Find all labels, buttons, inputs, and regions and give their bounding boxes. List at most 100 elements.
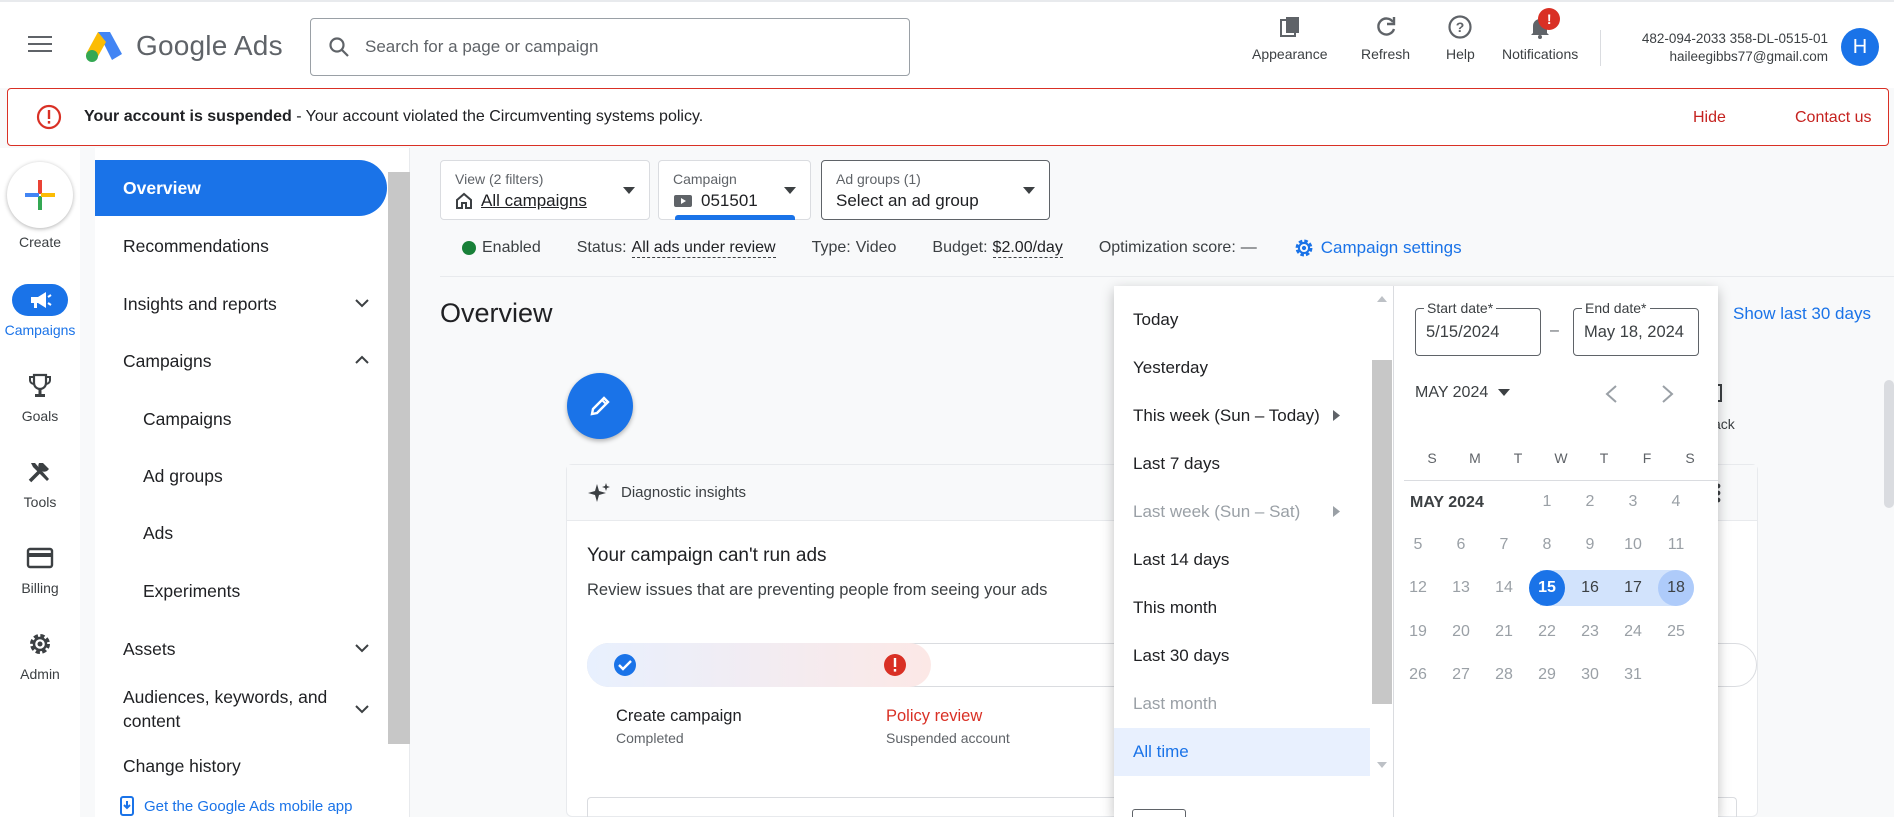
submenu-arrow-icon — [1333, 410, 1340, 421]
calendar-day[interactable]: 10 — [1615, 527, 1651, 563]
calendar-day[interactable]: 13 — [1443, 570, 1479, 606]
dropdown-arrow-icon — [623, 187, 635, 194]
calendar-day[interactable]: 20 — [1443, 614, 1479, 650]
avatar[interactable]: H — [1841, 28, 1879, 66]
rail-campaigns[interactable]: Campaigns — [0, 284, 80, 338]
edit-button[interactable] — [567, 373, 633, 439]
nav-ad-groups[interactable]: Ad groups — [95, 448, 387, 504]
calendar-day[interactable]: 11 — [1658, 527, 1694, 563]
calendar-day[interactable]: 14 — [1486, 570, 1522, 606]
range-last-14-days[interactable]: Last 14 days — [1114, 536, 1370, 584]
calendar-day[interactable]: 17 — [1615, 570, 1651, 606]
nav-experiments[interactable]: Experiments — [95, 563, 387, 619]
help-button[interactable]: ? Help — [1446, 14, 1475, 62]
rail-goals[interactable]: Goals — [0, 370, 80, 424]
start-date-field[interactable]: Start date* 5/15/2024 — [1415, 300, 1541, 356]
status-value[interactable]: All ads under review — [631, 239, 776, 258]
rail-admin[interactable]: Admin — [0, 628, 80, 682]
rail-tools[interactable]: Tools — [0, 456, 80, 510]
end-date-field[interactable]: End date* May 18, 2024 — [1573, 300, 1699, 356]
calendar-day[interactable]: 2 — [1572, 484, 1608, 520]
custom-range-field[interactable] — [1132, 809, 1186, 817]
ad-group-filter[interactable]: Ad groups (1) Select an ad group — [821, 160, 1050, 220]
calendar-day[interactable]: 4 — [1658, 484, 1694, 520]
calendar-day[interactable]: 22 — [1529, 614, 1565, 650]
range-last-7-days[interactable]: Last 7 days — [1114, 440, 1370, 488]
calendar-day[interactable]: 3 — [1615, 484, 1651, 520]
nav-audiences[interactable]: Audiences, keywords, and content — [95, 678, 387, 740]
hide-link[interactable]: Hide — [1693, 109, 1726, 127]
refresh-button[interactable]: Refresh — [1361, 14, 1410, 62]
calendar-day[interactable]: 6 — [1443, 527, 1479, 563]
range-last-30-days[interactable]: Last 30 days — [1114, 632, 1370, 680]
scroll-down-icon[interactable] — [1377, 762, 1387, 768]
calendar-day[interactable]: 5 — [1400, 527, 1436, 563]
calendar-day[interactable]: 19 — [1400, 614, 1436, 650]
menu-icon[interactable] — [28, 36, 52, 54]
calendar-day[interactable]: 30 — [1572, 657, 1608, 693]
account-info[interactable]: 482-094-2033 358-DL-0515-01 haileegibbs7… — [1600, 30, 1828, 66]
calendar-day[interactable]: 26 — [1400, 657, 1436, 693]
calendar-day[interactable]: 7 — [1486, 527, 1522, 563]
left-rail: Create Campaigns Goals Tools Billing Adm… — [0, 148, 80, 817]
calendar-month-label: MAY 2024 — [1410, 494, 1484, 511]
nav-campaigns-group[interactable]: Campaigns — [95, 333, 387, 389]
search-box[interactable] — [310, 18, 910, 76]
calendar-day[interactable]: 25 — [1658, 614, 1694, 650]
calendar-day[interactable]: 12 — [1400, 570, 1436, 606]
calendar-day[interactable]: 15 — [1529, 570, 1565, 606]
calendar-day[interactable]: 21 — [1486, 614, 1522, 650]
contact-us-link[interactable]: Contact us — [1795, 109, 1871, 127]
campaign-settings-link[interactable]: Campaign settings — [1293, 237, 1462, 259]
next-month-icon[interactable] — [1661, 384, 1675, 404]
nav-change-history[interactable]: Change history — [95, 738, 387, 794]
page-scrollbar[interactable] — [1884, 380, 1894, 508]
campaign-filter[interactable]: Campaign 051501 — [658, 160, 811, 220]
scroll-up-icon[interactable] — [1377, 296, 1387, 302]
nav-label: Ads — [143, 522, 174, 543]
calendar-day[interactable]: 18 — [1658, 570, 1694, 606]
calendar-day[interactable]: 28 — [1486, 657, 1522, 693]
calendar-day[interactable]: 24 — [1615, 614, 1651, 650]
range-yesterday[interactable]: Yesterday — [1114, 344, 1370, 392]
calendar-day[interactable]: 31 — [1615, 657, 1651, 693]
mobile-app-link[interactable]: Get the Google Ads mobile app — [118, 796, 352, 816]
calendar-day[interactable]: 23 — [1572, 614, 1608, 650]
nav-recommendations[interactable]: Recommendations — [95, 218, 387, 274]
prev-month-icon[interactable] — [1604, 384, 1618, 404]
search-input[interactable] — [365, 37, 885, 57]
calendar-day[interactable]: 1 — [1529, 484, 1565, 520]
range-list-scrollbar[interactable] — [1372, 360, 1392, 704]
show-last-30-days-link[interactable]: Show last 30 days — [1733, 304, 1871, 324]
range-label: Last 14 days — [1133, 550, 1230, 569]
nav-label: Insights and reports — [123, 293, 277, 314]
range-today[interactable]: Today — [1114, 296, 1370, 344]
calendar-day[interactable]: 29 — [1529, 657, 1565, 693]
calendar-day[interactable]: 16 — [1572, 570, 1608, 606]
nav-insights-reports[interactable]: Insights and reports — [95, 276, 387, 332]
divider — [440, 276, 1894, 277]
appearance-button[interactable]: Appearance — [1252, 14, 1328, 62]
notifications-label: Notifications — [1502, 46, 1579, 62]
notifications-button[interactable]: Notifications ! — [1502, 8, 1579, 62]
create-button[interactable] — [7, 162, 73, 228]
nav-assets[interactable]: Assets — [95, 621, 387, 677]
nav-ads[interactable]: Ads — [95, 505, 387, 561]
calendar-day[interactable]: 27 — [1443, 657, 1479, 693]
range-this-month[interactable]: This month — [1114, 584, 1370, 632]
range-this-week[interactable]: This week (Sun – Today) — [1114, 392, 1370, 440]
appearance-label: Appearance — [1252, 46, 1328, 62]
calendar-day[interactable]: 8 — [1529, 527, 1565, 563]
campaign-filter-value: 051501 — [701, 191, 758, 210]
calendar-day[interactable]: 9 — [1572, 527, 1608, 563]
nav-overview[interactable]: Overview — [95, 160, 387, 216]
month-selector[interactable]: MAY 2024 — [1415, 384, 1511, 402]
range-all-time[interactable]: All time — [1114, 728, 1370, 776]
nav-scrollbar[interactable] — [388, 172, 410, 744]
rail-billing[interactable]: Billing — [0, 542, 80, 596]
view-filter[interactable]: View (2 filters) All campaigns — [440, 160, 650, 220]
start-date-value: 5/15/2024 — [1426, 323, 1500, 341]
google-ads-logo[interactable]: Google Ads — [84, 28, 283, 64]
budget-value[interactable]: $2.00/day — [992, 239, 1063, 258]
nav-campaigns[interactable]: Campaigns — [95, 391, 387, 447]
